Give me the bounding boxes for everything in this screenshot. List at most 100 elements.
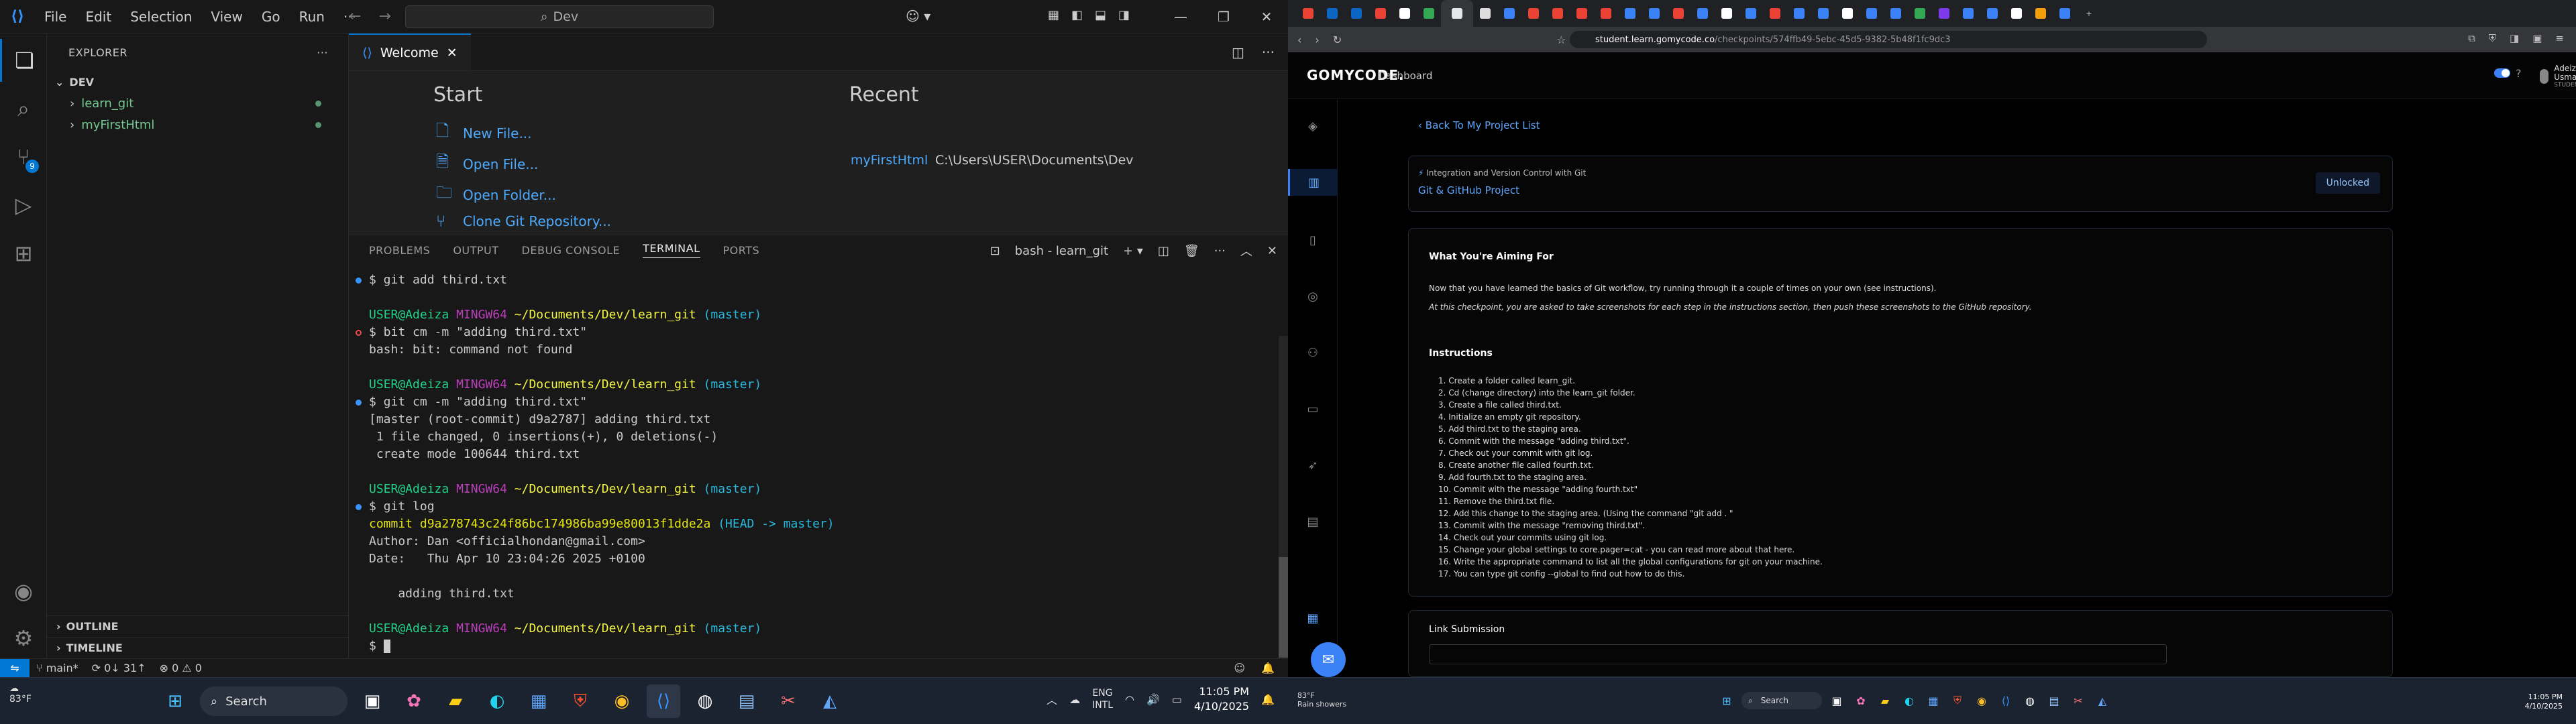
more-actions-icon[interactable]: ··· — [1262, 44, 1275, 60]
source-control-icon[interactable]: ⑂ 9 — [0, 135, 47, 178]
vscode-app-icon[interactable]: ⟨⟩ — [1996, 691, 2015, 710]
forward-arrow-icon[interactable]: → — [378, 8, 390, 25]
battery-icon[interactable]: ▭ — [1172, 693, 1182, 706]
open-folder-link[interactable]: 🗀 Open Folder... — [436, 181, 556, 208]
chrome-icon[interactable]: ◉ — [1972, 691, 1991, 710]
app-icon[interactable]: ◭ — [813, 684, 847, 718]
app-icon[interactable]: ◭ — [2093, 691, 2112, 710]
browser-tab[interactable] — [2004, 0, 2029, 27]
browser-tab[interactable] — [1739, 0, 1763, 27]
browser-tab[interactable] — [2053, 0, 2077, 27]
tab-terminal[interactable]: TERMINAL — [643, 242, 700, 258]
minimize-icon[interactable]: — — [1159, 0, 1202, 34]
help-icon[interactable]: ? — [2516, 67, 2522, 80]
maximize-panel-icon[interactable]: ︿ — [1240, 242, 1252, 259]
browser-tab[interactable] — [1956, 0, 1980, 27]
sidebar-item-layers-icon[interactable]: ◈ — [1288, 113, 1338, 139]
user-menu[interactable]: Adeiza Usman STUDENT — [2540, 64, 2576, 88]
sync-indicator[interactable]: ⟳ 0↓ 31↑ — [85, 662, 153, 674]
menu-file[interactable]: File — [35, 0, 76, 34]
tab-output[interactable]: OUTPUT — [453, 244, 498, 257]
terminal-input-line[interactable]: $ — [369, 638, 1288, 655]
tab-debug-console[interactable]: DEBUG CONSOLE — [522, 244, 621, 257]
new-tab-icon[interactable]: + — [2077, 0, 2101, 27]
wallet-icon[interactable]: ▣ — [2532, 32, 2542, 44]
volume-icon[interactable]: 🔊 — [1146, 693, 1160, 706]
run-debug-icon[interactable]: ▷ — [0, 184, 47, 227]
menu-selection[interactable]: Selection — [121, 0, 201, 34]
clone-repo-link[interactable]: ⑂ Clone Git Repository... — [436, 212, 611, 231]
browser-tab[interactable] — [1368, 0, 1393, 27]
github-icon[interactable]: ◍ — [2021, 691, 2039, 710]
terminal-output[interactable]: $ git add third.txt USER@Adeiza MINGW64 … — [349, 272, 1288, 659]
chrome-icon[interactable]: ◉ — [605, 684, 639, 718]
browser-tab[interactable] — [1763, 0, 1787, 27]
back-to-projects-link[interactable]: ‹ Back To My Project List — [1418, 119, 1540, 131]
chat-bubble-icon[interactable]: ✉ — [1311, 642, 1346, 677]
notepad-icon[interactable]: ▤ — [2045, 691, 2063, 710]
sidebar-item-book-icon[interactable]: ▥ — [1288, 169, 1338, 196]
new-terminal-icon[interactable]: + ▾ — [1123, 244, 1143, 258]
toggle-panel-icon[interactable]: ⬓ — [1095, 8, 1106, 22]
explorer-more-button[interactable]: ··· — [317, 46, 328, 59]
menu-edit[interactable]: Edit — [76, 0, 121, 34]
back-arrow-icon[interactable]: ‹ — [1297, 34, 1301, 46]
browser-tab[interactable] — [1497, 0, 1521, 27]
taskbar-search[interactable]: ⌕ Search — [200, 686, 347, 716]
browser-tab[interactable] — [1690, 0, 1715, 27]
problems-indicator[interactable]: ⊗ 0 ⚠ 0 — [153, 662, 209, 674]
edge-icon[interactable]: ◐ — [480, 684, 514, 718]
cloud-icon[interactable]: ☁ — [1069, 693, 1080, 706]
notification-bell-icon[interactable]: 🔔 — [1261, 693, 1275, 706]
browser-tab[interactable] — [1296, 0, 1320, 27]
weather-widget[interactable]: 83°F Rain showers — [1297, 691, 1346, 709]
copilot-status-icon[interactable]: ☺ — [1234, 662, 1245, 674]
more-actions-icon[interactable]: ··· — [1214, 244, 1226, 258]
brave-icon[interactable]: ⛨ — [1948, 691, 1967, 710]
browser-tab[interactable] — [1618, 0, 1642, 27]
sidebar-item-chart-icon[interactable]: ▤ — [1288, 508, 1338, 535]
taskbar-search[interactable]: ⌕ Search — [1741, 692, 1822, 709]
close-icon[interactable]: ✕ — [447, 46, 458, 60]
terminal-instance-label[interactable]: bash - learn_git — [1015, 244, 1108, 258]
browser-tab[interactable] — [2029, 0, 2053, 27]
extension-icon[interactable]: ⧉ — [2468, 32, 2475, 44]
browser-tab[interactable] — [1594, 0, 1618, 27]
chevron-up-icon[interactable]: ︿ — [1046, 691, 1057, 707]
browser-tab[interactable] — [1908, 0, 1932, 27]
remote-indicator-icon[interactable]: ⇋ — [0, 658, 30, 678]
notepad-icon[interactable]: ▤ — [730, 684, 763, 718]
folder-item-learn-git[interactable]: › learn_git — [47, 93, 348, 114]
clock[interactable]: 11:05 PM 4/10/2025 — [2525, 692, 2563, 711]
terminal-scrollbar[interactable] — [1279, 336, 1288, 658]
browser-tab[interactable] — [1666, 0, 1690, 27]
snipping-tool-icon[interactable]: ✂ — [2069, 691, 2088, 710]
task-view-icon[interactable]: ▣ — [1827, 691, 1846, 710]
sidebar-item-calendar-icon[interactable]: ▦ — [1288, 605, 1338, 631]
windows-start-icon[interactable]: ⊞ — [1717, 691, 1736, 710]
browser-tab[interactable] — [1932, 0, 1956, 27]
browser-tab[interactable] — [1521, 0, 1546, 27]
tab-problems[interactable]: PROBLEMS — [369, 244, 430, 257]
nav-dashboard[interactable]: Dashboard — [1378, 70, 1432, 82]
browser-tab[interactable] — [1884, 0, 1908, 27]
forward-arrow-icon[interactable]: › — [1315, 34, 1319, 46]
vscode-app-icon[interactable]: ⟨⟩ — [647, 684, 680, 718]
browser-tab[interactable] — [1811, 0, 1835, 27]
brave-shield-icon[interactable]: ⛨ — [2489, 32, 2496, 44]
sidebar-item-rocket-icon[interactable]: ➶ — [1288, 452, 1338, 479]
address-bar[interactable]: student.learn.gomycode.co/checkpoints/57… — [1570, 31, 2207, 48]
restore-icon[interactable]: ❐ — [1202, 0, 1245, 34]
customize-layout-icon[interactable]: ▦ — [1048, 8, 1059, 22]
clock[interactable]: 11:05 PM 4/10/2025 — [1194, 684, 1249, 714]
browser-tab[interactable] — [1570, 0, 1594, 27]
branch-indicator[interactable]: ⑂ main* — [30, 662, 85, 674]
edge-icon[interactable]: ◐ — [1900, 691, 1919, 710]
github-icon[interactable]: ◍ — [688, 684, 722, 718]
theme-toggle[interactable] — [2494, 68, 2510, 78]
settings-gear-icon[interactable]: ⚙ — [0, 617, 47, 660]
browser-tab[interactable] — [1393, 0, 1417, 27]
open-file-link[interactable]: 🗎 Open File... — [436, 150, 538, 178]
command-center-search[interactable]: ⌕ Dev — [405, 5, 714, 28]
brave-icon[interactable]: ⛨ — [564, 684, 597, 718]
